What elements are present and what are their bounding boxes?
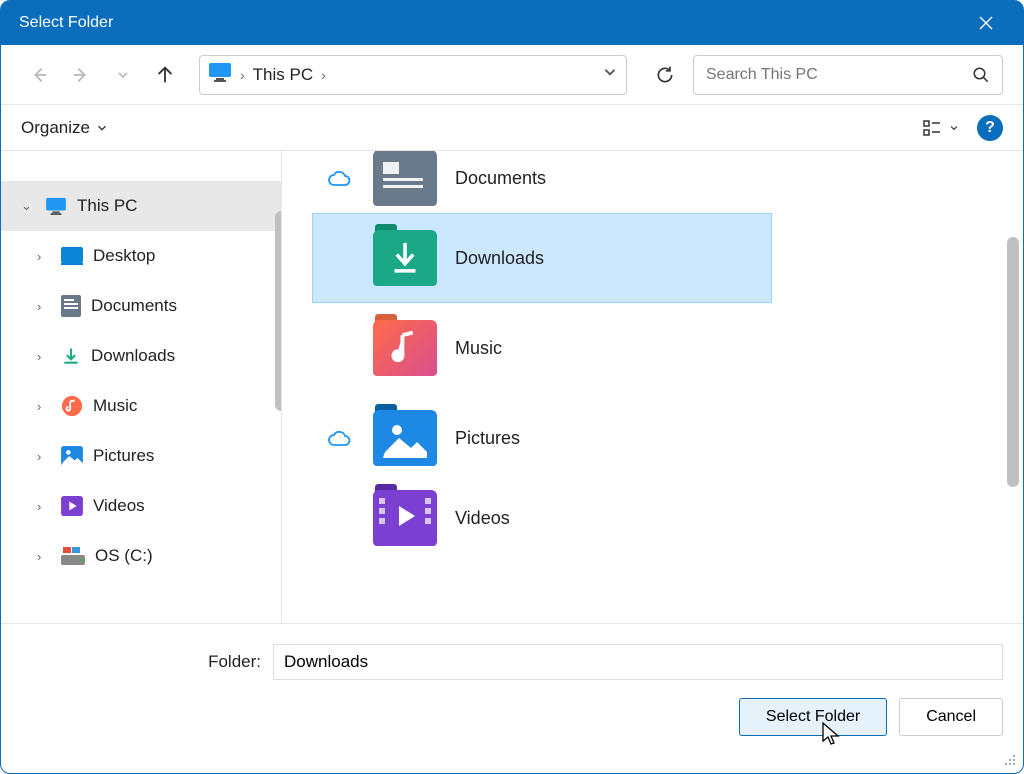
cancel-button[interactable]: Cancel bbox=[899, 698, 1003, 736]
chevron-down-icon bbox=[949, 123, 959, 133]
address-bar[interactable]: › This PC › bbox=[199, 55, 627, 95]
tree-item-pictures[interactable]: › Pictures bbox=[1, 431, 281, 481]
breadcrumb-separator: › bbox=[321, 67, 326, 83]
navigation-bar: › This PC › bbox=[1, 45, 1023, 105]
folder-field-label: Folder: bbox=[21, 652, 261, 672]
sidebar-scrollbar[interactable] bbox=[275, 211, 281, 411]
tree-label: Downloads bbox=[91, 346, 175, 366]
folder-name-input[interactable] bbox=[273, 644, 1003, 680]
downloads-icon bbox=[61, 346, 81, 366]
organize-label: Organize bbox=[21, 118, 90, 138]
organize-menu[interactable]: Organize bbox=[21, 118, 108, 138]
tree-item-videos[interactable]: › Videos bbox=[1, 481, 281, 531]
folder-label: Videos bbox=[455, 508, 510, 529]
cloud-icon bbox=[327, 429, 351, 447]
drive-icon bbox=[61, 547, 85, 565]
button-label: Select Folder bbox=[766, 708, 860, 726]
chevron-down-icon: ⌄ bbox=[21, 198, 35, 214]
search-box[interactable] bbox=[693, 55, 1003, 95]
folder-label: Documents bbox=[455, 168, 546, 189]
toolbar: Organize ? bbox=[1, 105, 1023, 151]
documents-icon bbox=[61, 295, 81, 317]
chevron-right-icon: › bbox=[37, 399, 51, 414]
arrow-right-icon bbox=[70, 64, 92, 86]
recent-dropdown[interactable] bbox=[105, 57, 141, 93]
folder-item-downloads[interactable]: Downloads bbox=[312, 213, 772, 303]
button-label: Cancel bbox=[926, 708, 976, 726]
footer-bar: Folder: Select Folder Cancel bbox=[1, 623, 1023, 773]
videos-folder-icon bbox=[373, 490, 437, 546]
chevron-right-icon: › bbox=[37, 549, 51, 564]
up-button[interactable] bbox=[147, 57, 183, 93]
chevron-right-icon: › bbox=[37, 249, 51, 264]
tree-label: This PC bbox=[77, 196, 137, 216]
music-folder-icon bbox=[373, 320, 437, 376]
close-icon bbox=[978, 15, 994, 31]
tree-label: Videos bbox=[93, 496, 145, 516]
refresh-icon bbox=[655, 65, 675, 85]
chevron-right-icon: › bbox=[37, 349, 51, 364]
pictures-folder-icon bbox=[373, 410, 437, 466]
close-button[interactable] bbox=[963, 1, 1009, 45]
tree-label: Pictures bbox=[93, 446, 154, 466]
tree-item-music[interactable]: › Music bbox=[1, 381, 281, 431]
folder-item-documents[interactable]: Documents bbox=[312, 151, 1003, 213]
arrow-up-icon bbox=[154, 64, 176, 86]
search-icon bbox=[972, 66, 990, 84]
chevron-right-icon: › bbox=[37, 299, 51, 314]
window-title: Select Folder bbox=[19, 14, 113, 32]
tree-item-documents[interactable]: › Documents bbox=[1, 281, 281, 331]
tree-item-downloads[interactable]: › Downloads bbox=[1, 331, 281, 381]
arrow-left-icon bbox=[28, 64, 50, 86]
chevron-right-icon: › bbox=[37, 499, 51, 514]
downloads-folder-icon bbox=[373, 230, 437, 286]
chevron-right-icon: › bbox=[37, 449, 51, 464]
breadcrumb-separator: › bbox=[240, 67, 245, 83]
tree-label: Desktop bbox=[93, 246, 155, 266]
videos-icon bbox=[61, 496, 83, 516]
view-icon bbox=[923, 119, 945, 137]
tree-label: Documents bbox=[91, 296, 177, 316]
title-bar: Select Folder bbox=[1, 1, 1023, 45]
view-options-button[interactable] bbox=[923, 119, 959, 137]
select-folder-button[interactable]: Select Folder bbox=[739, 698, 887, 736]
folder-label: Downloads bbox=[455, 248, 544, 269]
content-scrollbar[interactable] bbox=[1007, 237, 1019, 487]
chevron-down-icon bbox=[96, 122, 108, 134]
folder-item-videos[interactable]: Videos bbox=[312, 483, 1003, 553]
monitor-icon bbox=[45, 197, 67, 215]
help-icon: ? bbox=[985, 119, 995, 137]
chevron-down-icon bbox=[602, 64, 618, 80]
main-body: ⌄ This PC › Desktop › Documents › Downlo… bbox=[1, 151, 1023, 623]
documents-folder-icon bbox=[373, 151, 437, 206]
music-icon bbox=[61, 395, 83, 417]
cloud-icon bbox=[327, 169, 351, 187]
search-input[interactable] bbox=[706, 66, 972, 84]
pictures-icon bbox=[61, 446, 83, 466]
help-button[interactable]: ? bbox=[977, 115, 1003, 141]
tree-item-os-drive[interactable]: › OS (C:) bbox=[1, 531, 281, 581]
tree-item-desktop[interactable]: › Desktop bbox=[1, 231, 281, 281]
folder-list: Documents Downloads Music bbox=[282, 151, 1023, 623]
refresh-button[interactable] bbox=[643, 55, 687, 95]
folder-item-music[interactable]: Music bbox=[312, 303, 1003, 393]
breadcrumb-location[interactable]: This PC bbox=[253, 65, 313, 85]
navigation-tree: ⌄ This PC › Desktop › Documents › Downlo… bbox=[1, 151, 281, 623]
monitor-icon bbox=[208, 62, 232, 87]
address-dropdown[interactable] bbox=[602, 64, 618, 85]
tree-label: OS (C:) bbox=[95, 546, 153, 566]
resize-grip-icon[interactable] bbox=[1001, 751, 1017, 767]
chevron-down-icon bbox=[116, 68, 130, 82]
tree-item-this-pc[interactable]: ⌄ This PC bbox=[1, 181, 281, 231]
folder-label: Music bbox=[455, 338, 502, 359]
folder-label: Pictures bbox=[455, 428, 520, 449]
back-button[interactable] bbox=[21, 57, 57, 93]
folder-item-pictures[interactable]: Pictures bbox=[312, 393, 1003, 483]
forward-button[interactable] bbox=[63, 57, 99, 93]
tree-label: Music bbox=[93, 396, 137, 416]
desktop-icon bbox=[61, 247, 83, 265]
